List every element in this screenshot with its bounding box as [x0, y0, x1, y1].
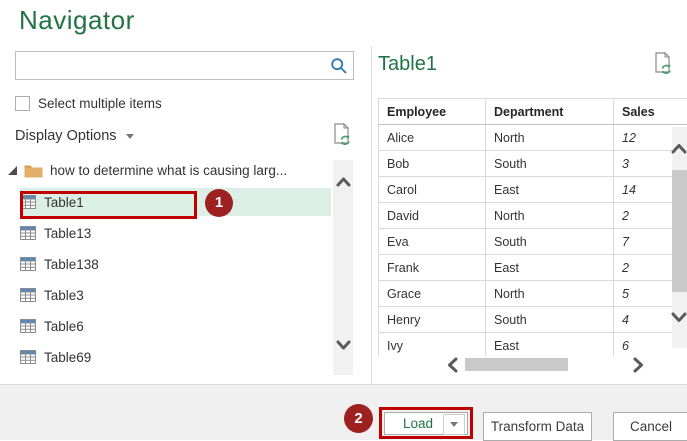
preview-row: CarolEast14 [379, 177, 687, 203]
preview-scroll-up-icon[interactable] [671, 142, 687, 155]
tree-item-table138[interactable]: Table138 [20, 250, 331, 278]
preview-row: GraceNorth5 [379, 281, 687, 307]
table-icon [20, 350, 36, 364]
preview-cell: South [486, 307, 614, 333]
preview-cell: East [486, 333, 614, 359]
preview-table-container: EmployeeDepartmentSales AliceNorth12BobS… [378, 98, 687, 358]
preview-scroll-right-icon[interactable] [632, 357, 645, 373]
preview-cell: East [486, 255, 614, 281]
preview-cell: Frank [379, 255, 486, 281]
expand-triangle-icon[interactable] [8, 166, 17, 175]
load-button-label: Load [403, 416, 433, 431]
cancel-button-label: Cancel [630, 419, 672, 434]
annotation-rect-1 [20, 191, 197, 219]
tree-item-table13[interactable]: Table13 [20, 219, 331, 247]
preview-row: HenrySouth4 [379, 307, 687, 333]
preview-cell: Eva [379, 229, 486, 255]
folder-icon [24, 163, 43, 178]
preview-scroll-left-icon[interactable] [446, 357, 459, 373]
search-box[interactable] [15, 51, 354, 80]
preview-cell: South [486, 151, 614, 177]
annotation-badge-1: 1 [205, 189, 233, 217]
preview-header-row: EmployeeDepartmentSales [379, 99, 687, 125]
preview-row: DavidNorth2 [379, 203, 687, 229]
navigator-tree: how to determine what is causing larg...… [0, 152, 332, 380]
preview-row: FrankEast2 [379, 255, 687, 281]
tree-item-label: Table138 [44, 257, 99, 272]
scroll-up-icon[interactable] [336, 176, 351, 188]
display-options-dropdown[interactable]: Display Options [15, 128, 134, 144]
preview-scroll-down-icon[interactable] [671, 311, 687, 324]
preview-cell: Ivy [379, 333, 486, 359]
preview-col-department: Department [486, 99, 614, 125]
preview-title: Table1 [378, 53, 437, 76]
pane-separator [371, 46, 372, 384]
select-multiple-label: Select multiple items [38, 96, 162, 111]
tree-item-table3[interactable]: Table3 [20, 281, 331, 309]
preview-row: AliceNorth12 [379, 125, 687, 151]
table-icon [20, 319, 36, 333]
preview-cell: Alice [379, 125, 486, 151]
preview-col-sales: Sales [614, 99, 687, 125]
tree-item-table6[interactable]: Table6 [20, 312, 331, 340]
load-button[interactable]: Load [384, 412, 468, 435]
load-dropdown-button[interactable] [443, 414, 465, 435]
table-icon [20, 257, 36, 271]
chevron-down-icon [450, 422, 458, 427]
transform-data-label: Transform Data [491, 419, 584, 434]
preview-cell: North [486, 203, 614, 229]
preview-row: EvaSouth7 [379, 229, 687, 255]
preview-table: EmployeeDepartmentSales AliceNorth12BobS… [378, 98, 687, 358]
preview-cell: Grace [379, 281, 486, 307]
preview-row: IvyEast6 [379, 333, 687, 359]
tree-item-table69[interactable]: Table69 [20, 343, 331, 371]
preview-cell: David [379, 203, 486, 229]
preview-cell: North [486, 281, 614, 307]
preview-hscrollbar-thumb[interactable] [465, 358, 568, 371]
scroll-down-icon[interactable] [336, 339, 351, 351]
preview-row: BobSouth3 [379, 151, 687, 177]
preview-vscrollbar-thumb[interactable] [672, 170, 687, 292]
display-options-label: Display Options [15, 128, 117, 144]
tree-item-label: Table13 [44, 226, 91, 241]
table-icon [20, 226, 36, 240]
preview-cell: Bob [379, 151, 486, 177]
preview-cell: East [486, 177, 614, 203]
dialog-title: Navigator [19, 5, 135, 36]
preview-cell: Henry [379, 307, 486, 333]
annotation-badge-2: 2 [344, 404, 373, 433]
select-multiple-row[interactable]: Select multiple items [15, 95, 162, 111]
tree-folder-row[interactable]: how to determine what is causing larg... [8, 157, 328, 183]
select-multiple-checkbox[interactable] [15, 96, 30, 111]
preview-cell: Carol [379, 177, 486, 203]
tree-item-label: Table6 [44, 319, 84, 334]
cancel-button[interactable]: Cancel [613, 412, 687, 441]
search-input[interactable] [20, 54, 329, 78]
tree-folder-label: how to determine what is causing larg... [50, 163, 287, 178]
chevron-down-icon [126, 134, 134, 139]
preview-cell: South [486, 229, 614, 255]
preview-refresh-icon[interactable] [653, 52, 673, 74]
preview-col-employee: Employee [379, 99, 486, 125]
table-icon [20, 288, 36, 302]
tree-item-label: Table69 [44, 350, 91, 365]
transform-data-button[interactable]: Transform Data [483, 412, 592, 441]
search-icon[interactable] [330, 57, 348, 75]
refresh-icon[interactable] [332, 123, 352, 145]
preview-cell: North [486, 125, 614, 151]
tree-item-label: Table3 [44, 288, 84, 303]
